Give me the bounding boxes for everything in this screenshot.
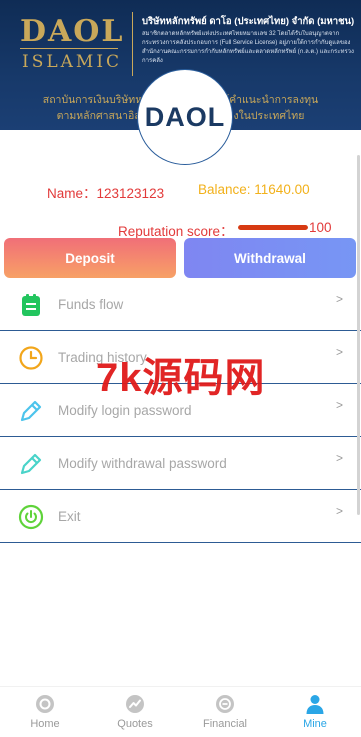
pencil-icon bbox=[20, 400, 42, 422]
brand-logo-islamic: ISLAMIC bbox=[22, 52, 123, 72]
pencil-icon bbox=[20, 453, 42, 475]
menu-label: Modify login password bbox=[58, 403, 192, 418]
avatar-logo: DAOL bbox=[137, 69, 233, 165]
menu-label: Funds flow bbox=[58, 297, 124, 312]
scrollbar[interactable] bbox=[357, 155, 360, 515]
chevron-right-icon: > bbox=[335, 398, 343, 412]
reputation-value: 100 bbox=[309, 220, 332, 235]
clock-icon bbox=[19, 346, 43, 370]
menu-label: Modify withdrawal password bbox=[58, 456, 227, 471]
nav-mine[interactable]: Mine bbox=[279, 693, 351, 730]
nav-label: Mine bbox=[303, 718, 327, 730]
user-icon bbox=[306, 695, 324, 714]
nav-label: Home bbox=[30, 718, 60, 730]
watermark: 7k源码网 bbox=[96, 356, 266, 400]
nav-quotes[interactable]: Quotes bbox=[99, 693, 171, 730]
user-name: Name：123123123 bbox=[47, 186, 165, 201]
clipboard-icon bbox=[22, 294, 40, 316]
chevron-right-icon: > bbox=[335, 292, 343, 306]
nav-home[interactable]: Home bbox=[9, 693, 81, 730]
brand-divider bbox=[132, 12, 133, 76]
user-balance: Balance: 11640.00 bbox=[198, 182, 310, 197]
menu-item-funds-flow[interactable]: Funds flow > bbox=[0, 278, 361, 331]
menu-label: Exit bbox=[58, 509, 81, 524]
nav-financial[interactable]: Financial bbox=[189, 693, 261, 730]
bottom-nav: Home Quotes Financial Mine bbox=[0, 686, 361, 737]
company-name: บริษัทหลักทรัพย์ ดาโอ (ประเทศไทย) จำกัด … bbox=[142, 16, 355, 27]
avatar-logo-text: DAOL bbox=[144, 101, 226, 132]
nav-label: Quotes bbox=[117, 718, 153, 730]
withdrawal-button[interactable]: Withdrawal bbox=[184, 238, 356, 278]
chevron-right-icon: > bbox=[335, 504, 343, 518]
brand-logo-daol: DAOL bbox=[20, 14, 125, 49]
menu-item-modify-withdrawal-password[interactable]: Modify withdrawal password > bbox=[0, 437, 361, 490]
company-description: สมาชิกตลาดหลักทรัพย์แห่งประเทศไทยหมายเลข… bbox=[142, 31, 354, 64]
power-icon bbox=[18, 504, 44, 530]
nav-label: Financial bbox=[202, 718, 248, 730]
chevron-right-icon: > bbox=[335, 345, 343, 359]
reputation-label: Reputation score： bbox=[118, 224, 234, 239]
chevron-right-icon: > bbox=[335, 451, 343, 465]
home-icon bbox=[36, 695, 54, 713]
deposit-button[interactable]: Deposit bbox=[4, 238, 176, 278]
reputation-bar-fill bbox=[238, 225, 308, 230]
financial-icon bbox=[216, 695, 234, 713]
menu-item-exit[interactable]: Exit > bbox=[0, 490, 361, 543]
reputation-bar bbox=[238, 225, 308, 230]
quotes-icon bbox=[126, 695, 144, 713]
brand-underline bbox=[20, 48, 118, 49]
